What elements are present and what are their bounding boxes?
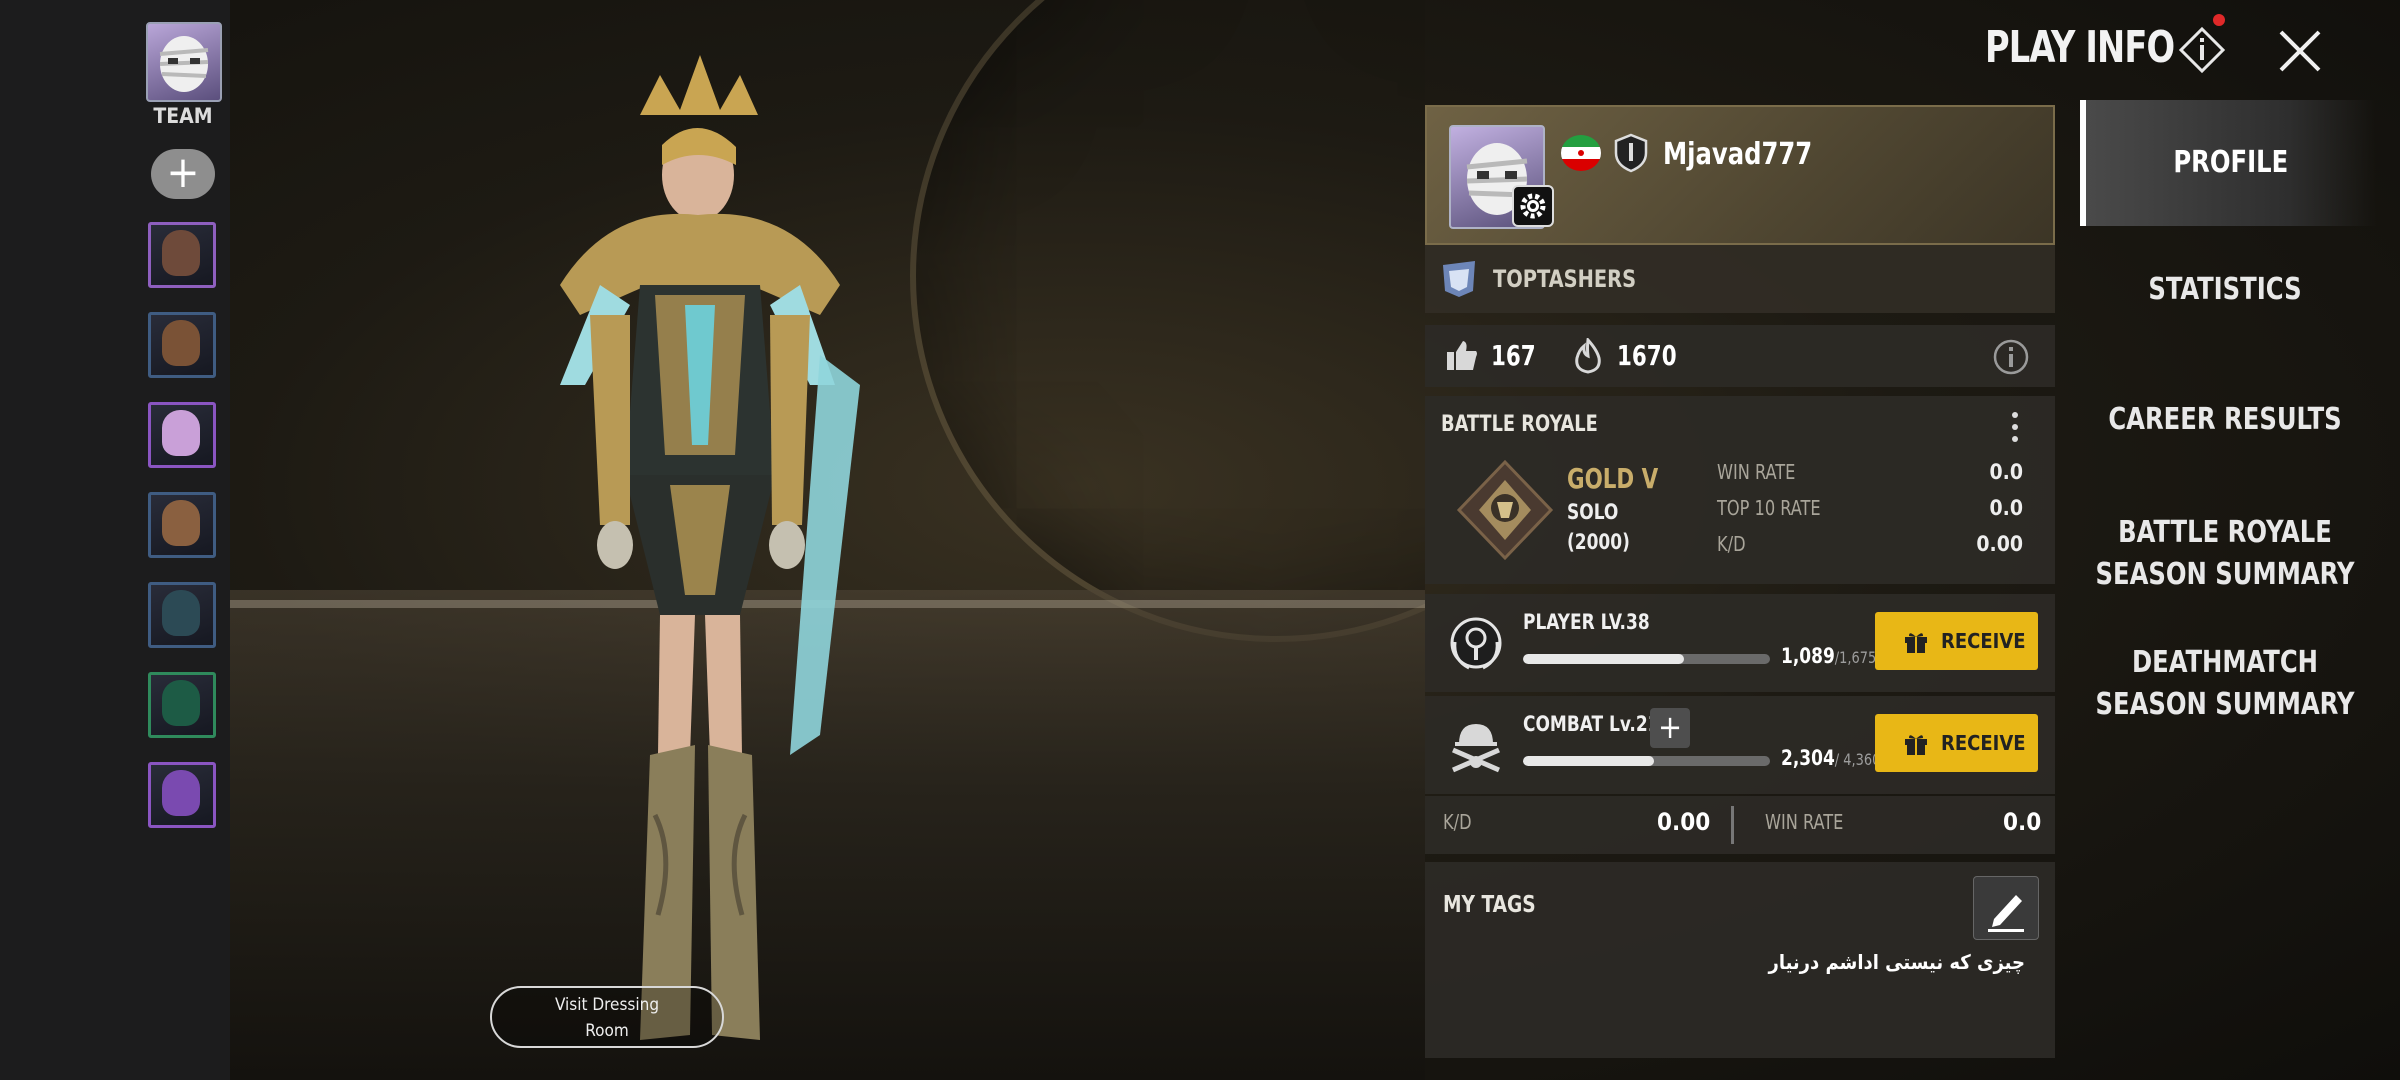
tab-battle-royale-season-summary[interactable]: BATTLE ROYALE SEASON SUMMARY (2095, 512, 2356, 596)
player-xp-fill (1523, 654, 1684, 664)
combat-receive-button[interactable]: RECEIVE (1875, 714, 2038, 772)
combat-helmet-icon (1452, 724, 1500, 773)
kd-value: 0.00 (1976, 532, 2023, 556)
team-label: TEAM (153, 104, 213, 128)
character-model[interactable] (490, 55, 910, 1055)
win-rate-label: WIN RATE (1717, 460, 1796, 484)
add-teammate-button[interactable]: + (151, 149, 215, 199)
username: Mjavad777 (1663, 137, 1813, 172)
team-avatar[interactable] (146, 22, 222, 102)
combat-xp-bar (1523, 756, 1770, 766)
friend-avatar[interactable] (148, 312, 216, 378)
gold-rank-badge-icon (1456, 459, 1554, 561)
friend-avatar[interactable] (148, 402, 216, 468)
edit-pencil-icon[interactable] (1973, 876, 2039, 940)
info-diamond-icon[interactable] (2178, 26, 2226, 74)
combat-xp-max: / 4,360 (1834, 750, 1881, 769)
top10-rate-value: 0.0 (1989, 496, 2023, 520)
section-title: BATTLE ROYALE (1441, 412, 1598, 437)
flame-icon (1575, 338, 1601, 374)
rank-tier: GOLD V (1567, 462, 1659, 495)
friend-frame (148, 582, 216, 648)
friend-frame (148, 402, 216, 468)
more-options-icon[interactable] (2010, 410, 2020, 444)
combat-kd-label: K/D (1443, 810, 1472, 834)
info-icon[interactable] (1992, 338, 2030, 376)
team-sidebar: TEAM + (0, 0, 230, 1080)
friend-avatar[interactable] (148, 672, 216, 738)
player-level-icon (1450, 617, 1502, 670)
visit-dressing-room-button[interactable]: Visit Dressing Room (490, 986, 724, 1048)
combat-xp-current: 2,304 (1781, 746, 1835, 770)
gift-icon (1905, 735, 1927, 755)
tag-text: چیزی که نیستی اداشم درنیار (1768, 950, 2025, 974)
clan-name: TOPTASHERS (1493, 265, 1637, 293)
character-scene: Visit Dressing Room (230, 0, 1425, 1080)
tab-statistics[interactable]: STATISTICS (2095, 272, 2356, 307)
page-title: PLAY INFO (1985, 22, 2175, 73)
top10-rate-label: TOP 10 RATE (1717, 496, 1821, 520)
mummy-avatar-icon (159, 36, 209, 92)
friend-avatar[interactable] (148, 582, 216, 648)
tab-label-line1: DEATHMATCH (2132, 645, 2318, 680)
likes-count: 167 (1491, 339, 1536, 372)
friend-frame (148, 672, 216, 738)
player-level-card: PLAYER LV.38 1,089/1,675 RECEIVE (1425, 594, 2055, 692)
clan-bar[interactable]: TOPTASHERS (1425, 245, 2055, 313)
notification-dot (2213, 14, 2225, 26)
rank-mode: SOLO (1567, 500, 1619, 524)
thumbs-up-icon[interactable] (1445, 338, 1479, 374)
kd-label: K/D (1717, 532, 1746, 556)
tab-label-line2: SEASON SUMMARY (2095, 687, 2355, 722)
tab-label-line1: BATTLE ROYALE (2118, 515, 2332, 550)
combat-kd-value: 0.00 (1657, 808, 1711, 836)
combat-plus-button[interactable]: + (1650, 708, 1690, 748)
player-xp-current: 1,089 (1781, 644, 1835, 668)
friend-avatar[interactable] (148, 492, 216, 558)
popularity-count: 1670 (1617, 339, 1677, 372)
tab-career-results[interactable]: CAREER RESULTS (2095, 402, 2356, 437)
my-tags-card: MY TAGS چیزی که نیستی اداشم درنیار (1425, 862, 2055, 1058)
player-level-title: PLAYER LV.38 (1523, 610, 1650, 634)
player-receive-button[interactable]: RECEIVE (1875, 612, 2038, 670)
visit-label-line1: Visit Dressing (554, 995, 660, 1015)
friend-frame (148, 492, 216, 558)
iran-flag-icon (1561, 135, 1601, 171)
battle-royale-card: BATTLE ROYALE GOLD V SOLO (2000) WIN RAT… (1425, 396, 2055, 584)
combat-winrate-value: 0.0 (2003, 808, 2042, 836)
combat-winrate-label: WIN RATE (1765, 810, 1844, 834)
player-xp-bar (1523, 654, 1770, 664)
clan-emblem-icon (1443, 261, 1475, 297)
friend-frame (148, 312, 216, 378)
combat-level-title: COMBAT Lv.21 (1523, 712, 1660, 736)
divider (1731, 806, 1734, 844)
close-icon[interactable] (2275, 26, 2325, 76)
profile-card: Mjavad777 (1425, 105, 2055, 245)
popularity-row: 167 1670 (1425, 325, 2055, 387)
combat-xp-fill (1523, 756, 1654, 766)
visit-label-line2: Room (585, 1021, 629, 1041)
friend-avatar[interactable] (148, 762, 216, 828)
receive-label: RECEIVE (1941, 731, 2026, 755)
friend-avatar[interactable] (148, 222, 216, 288)
win-rate-value: 0.0 (1989, 460, 2023, 484)
combat-level-card: COMBAT Lv.21 + 2,304/ 4,360 RECEIVE (1425, 696, 2055, 794)
rank-points: (2000) (1567, 530, 1630, 554)
tab-label: PROFILE (2173, 145, 2289, 180)
player-xp-max: /1,675 (1834, 648, 1877, 667)
gear-icon[interactable] (1512, 185, 1554, 227)
friend-frame (148, 762, 216, 828)
tab-deathmatch-season-summary[interactable]: DEATHMATCH SEASON SUMMARY (2095, 642, 2356, 726)
gift-icon (1905, 633, 1927, 653)
tab-label-line2: SEASON SUMMARY (2095, 557, 2355, 592)
background-ring (910, 0, 1425, 642)
friend-frame (148, 222, 216, 288)
tab-profile[interactable]: PROFILE (2080, 100, 2376, 226)
receive-label: RECEIVE (1941, 629, 2026, 653)
combat-stats-row: K/D 0.00 WIN RATE 0.0 (1425, 796, 2055, 854)
shield-icon[interactable] (1613, 133, 1649, 173)
tags-title: MY TAGS (1443, 892, 1536, 918)
